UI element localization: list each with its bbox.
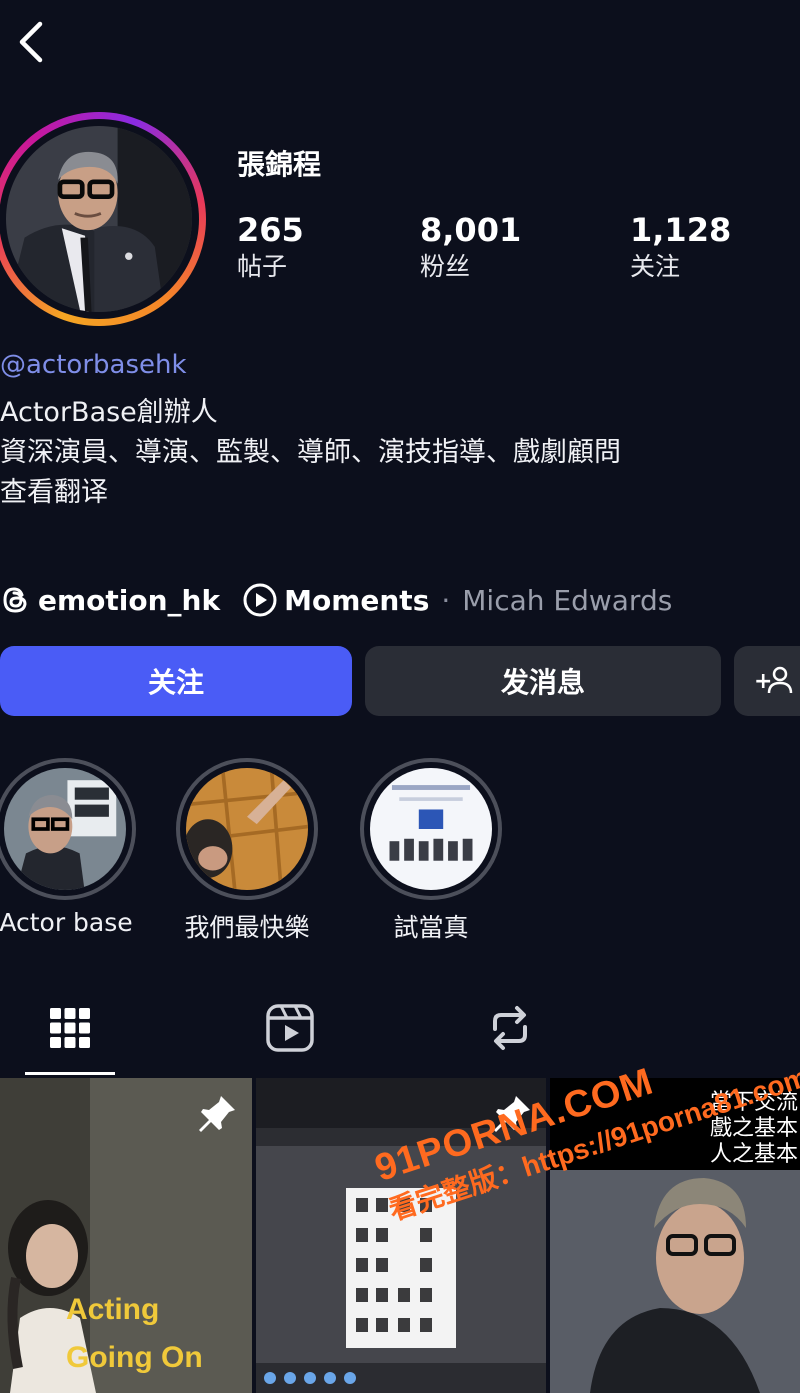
bio-line-1: ActorBase創辦人 (0, 397, 218, 428)
moments-link[interactable]: Moments (284, 584, 429, 617)
follow-button[interactable]: 关注 (0, 646, 352, 716)
avatar[interactable] (0, 112, 206, 326)
tab-reposts[interactable] (470, 998, 550, 1058)
post-caption-line-2: Going On (66, 1341, 203, 1374)
suggest-users-button[interactable]: + (734, 646, 800, 716)
stat-followers-label: 粉丝 (420, 252, 471, 281)
post-title-line-1: 當下交流 (710, 1090, 799, 1115)
message-button[interactable]: 发消息 (365, 646, 721, 716)
see-translation-link[interactable]: 查看翻译 (0, 470, 108, 509)
separator-dot: · (441, 583, 451, 617)
grid-icon (50, 1008, 90, 1048)
profile-name: 張錦程 (237, 148, 322, 181)
pin-icon (490, 1092, 534, 1140)
repost-icon (493, 1006, 527, 1050)
stat-following-label: 关注 (630, 252, 681, 281)
profile-handle[interactable]: @actorbasehk (0, 350, 187, 380)
highlight-try-it[interactable] (360, 758, 502, 900)
threads-handle-link[interactable]: emotion_hk (38, 584, 220, 617)
stat-followers[interactable]: 8,001 粉丝 (420, 210, 521, 284)
profile-links-row: emotion_hk Moments · Micah Edwards (0, 578, 672, 622)
add-person-icon: + (754, 666, 793, 694)
play-circle-icon (242, 582, 278, 618)
highlight-label: Actor base (0, 908, 133, 937)
tab-posts-grid[interactable] (30, 998, 110, 1058)
active-tab-indicator (25, 1072, 115, 1075)
stat-following-value: 1,128 (630, 211, 732, 249)
stat-posts-value: 265 (237, 211, 304, 249)
post-title-line-2: 戲之基本 (710, 1116, 799, 1141)
back-icon[interactable] (12, 18, 52, 66)
reels-icon (266, 1004, 314, 1052)
tab-reels[interactable] (250, 998, 330, 1058)
moments-author[interactable]: Micah Edwards (462, 584, 672, 617)
avatar-photo (6, 126, 192, 312)
stat-posts[interactable]: 265 帖子 (237, 210, 304, 284)
post-caption-line-1: Acting (66, 1293, 160, 1326)
threads-icon (0, 585, 30, 615)
bio-line-2: 資深演員、導演、監製、導師、演技指導、戲劇顧問 (0, 437, 621, 468)
highlight-actor-base[interactable] (0, 758, 136, 900)
stat-followers-value: 8,001 (420, 211, 522, 249)
highlight-label: 我們最快樂 (184, 913, 310, 942)
stat-following[interactable]: 1,128 关注 (630, 210, 731, 284)
highlight-we-are-happiest[interactable] (176, 758, 318, 900)
post-title-line-3: 人之基本 (710, 1142, 799, 1167)
pin-icon (195, 1092, 239, 1140)
highlight-label: 試當真 (393, 913, 469, 942)
stat-posts-label: 帖子 (237, 252, 288, 281)
